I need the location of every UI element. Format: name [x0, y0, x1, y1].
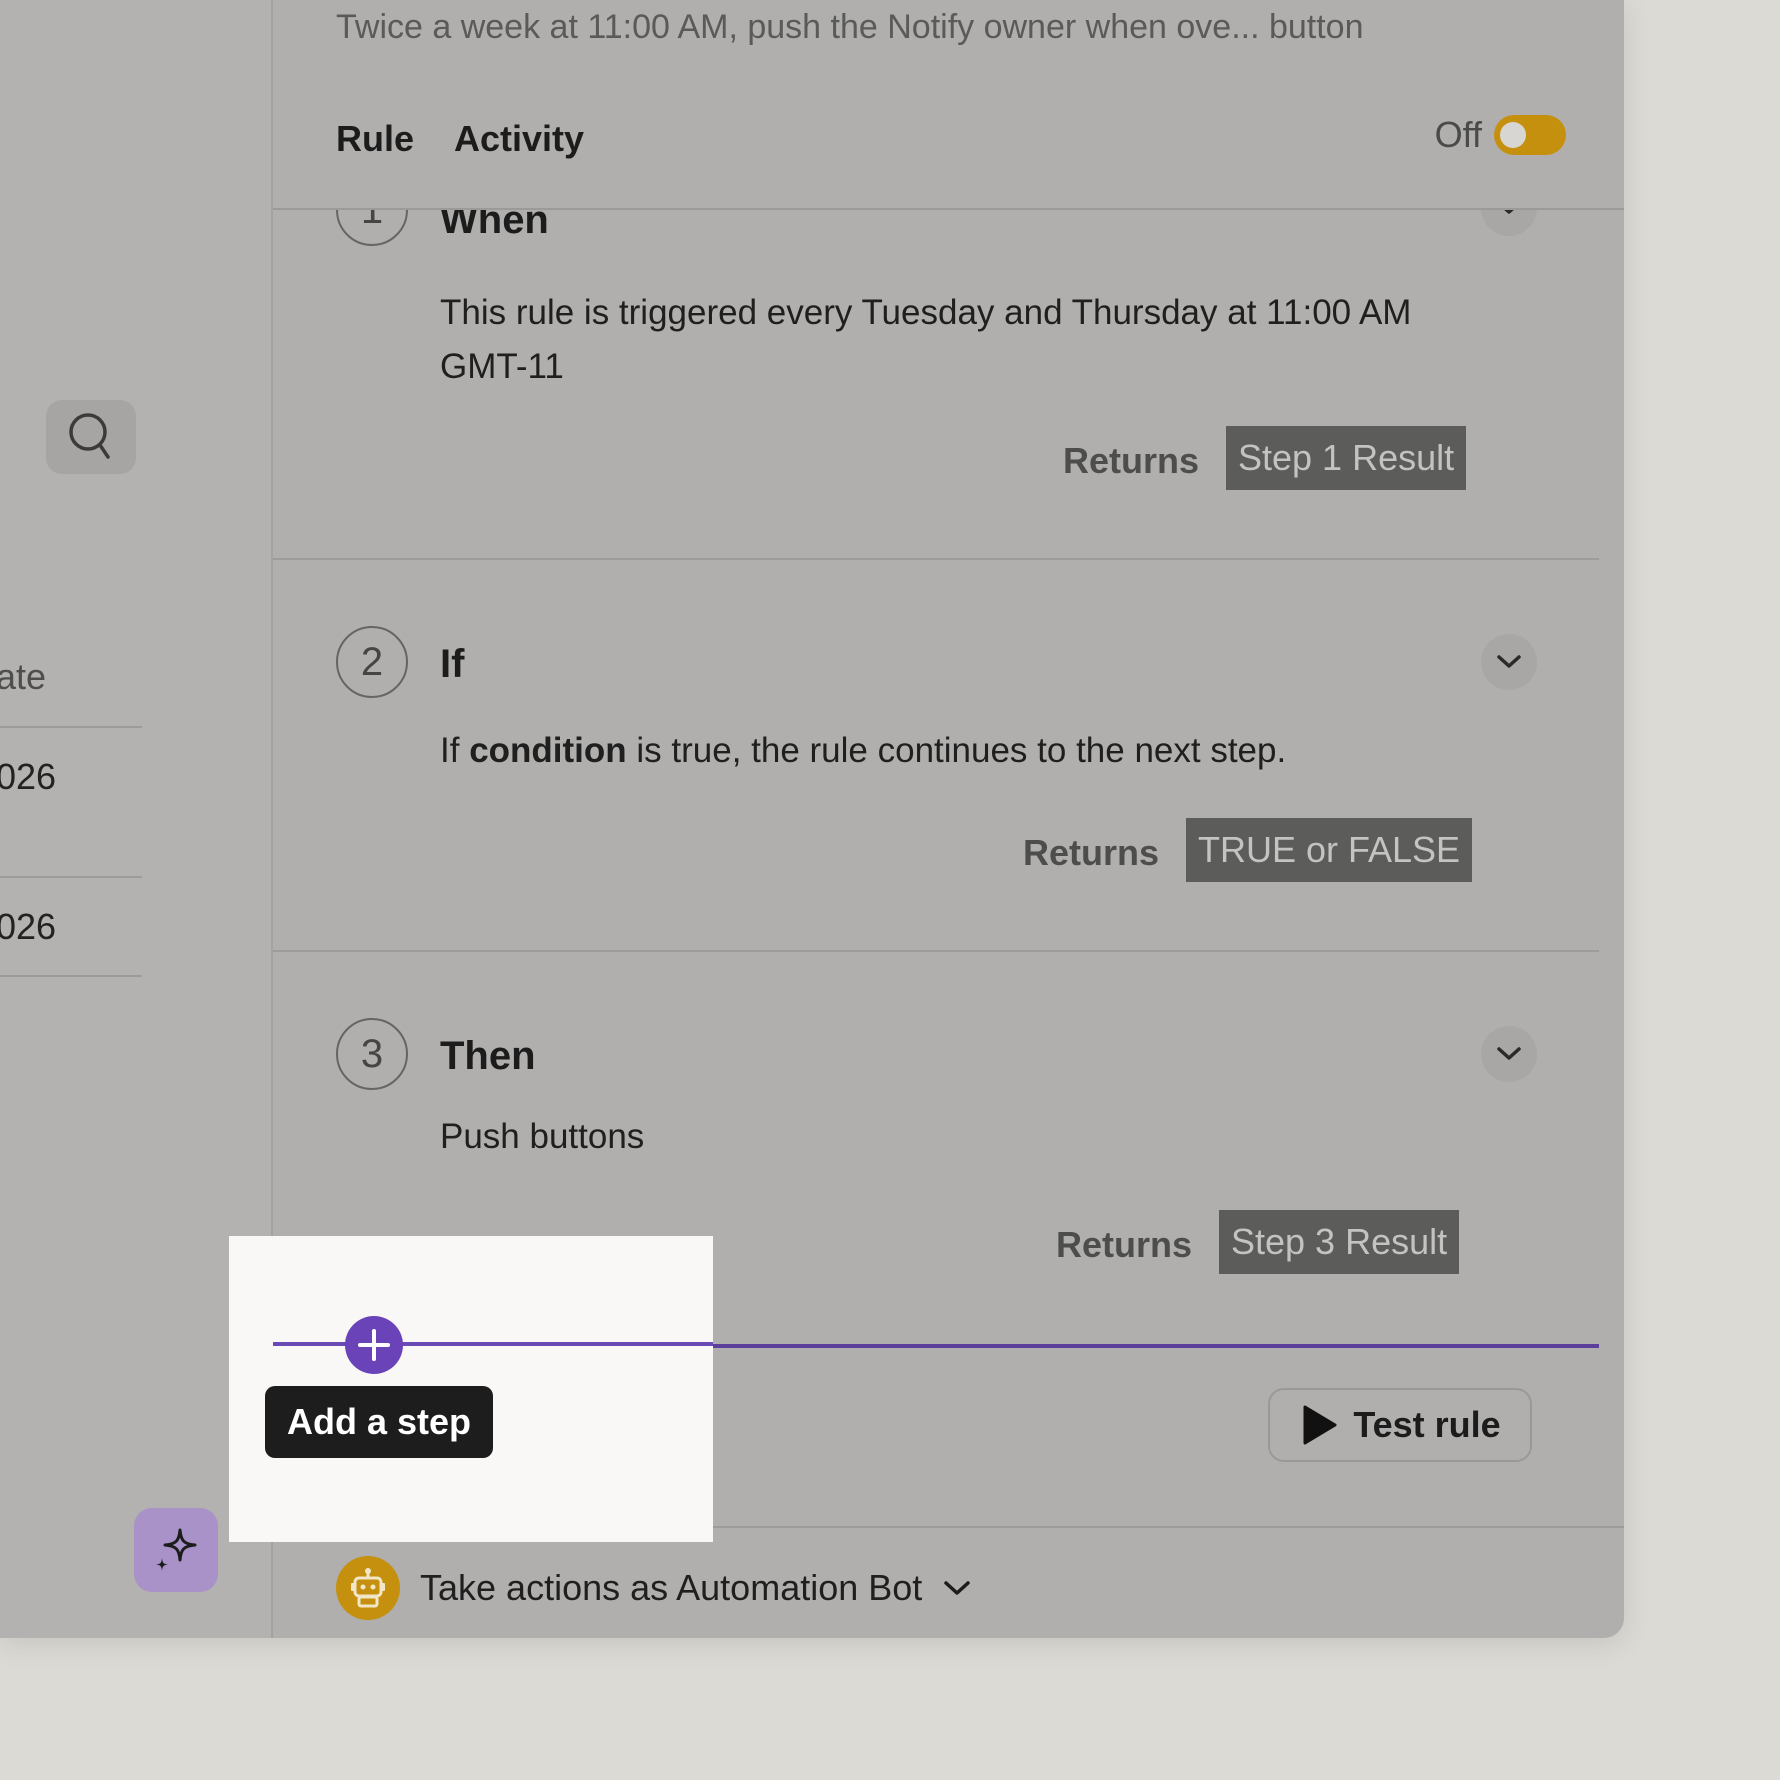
chevron-down-icon	[1504, 210, 1514, 214]
chevron-down-icon	[1497, 1047, 1521, 1060]
step-number-badge: 2	[336, 626, 408, 698]
chevron-down-icon	[1497, 655, 1521, 668]
condition-link[interactable]: condition	[469, 731, 626, 770]
step-description: This rule is triggered every Tuesday and…	[440, 293, 1412, 386]
search-button[interactable]	[46, 400, 136, 474]
returns-label: Returns	[1023, 832, 1160, 873]
step-title: Then	[440, 1034, 536, 1078]
step-result-badge[interactable]: Step 1 Result	[1226, 426, 1467, 490]
chevron-down-icon	[944, 1581, 971, 1595]
rule-toggle-group: Off	[1435, 114, 1566, 156]
collapse-step-button[interactable]	[1481, 634, 1537, 690]
actor-label: Take actions as Automation Bot	[420, 1567, 923, 1608]
rule-enabled-toggle[interactable]	[1494, 115, 1566, 155]
rule-summary: Twice a week at 11:00 AM, push the Notif…	[336, 8, 1364, 46]
onboarding-spotlight: Add a step	[229, 1236, 713, 1542]
toggle-knob	[1500, 122, 1526, 148]
avatar	[336, 1556, 400, 1620]
tab-bar: Rule Activity	[336, 118, 584, 160]
step-number-badge: 3	[336, 1018, 408, 1090]
robot-icon	[351, 1568, 385, 1608]
plus-icon	[358, 1329, 390, 1361]
step-description: If condition is true, the rule continues…	[440, 724, 1460, 778]
collapse-step-button[interactable]	[1481, 210, 1537, 236]
test-rule-label: Test rule	[1353, 1404, 1501, 1445]
list-item-date[interactable]: 026	[0, 906, 56, 948]
divider	[0, 726, 142, 728]
list-item-date[interactable]: 026	[0, 756, 56, 798]
app-window: ate 026 026 Twice a week at 11:00 AM, pu…	[0, 0, 1624, 1638]
ai-assistant-button[interactable]	[134, 1508, 218, 1592]
tab-rule[interactable]: Rule	[336, 118, 414, 160]
returns-label: Returns	[1063, 440, 1200, 481]
desc-text: If	[440, 731, 470, 770]
collapse-step-button[interactable]	[1481, 1026, 1537, 1082]
play-icon	[1303, 1405, 1337, 1445]
add-step-button[interactable]	[345, 1316, 403, 1374]
step-result-badge[interactable]: Step 3 Result	[1219, 1210, 1460, 1274]
test-rule-button[interactable]: Test rule	[1268, 1388, 1532, 1462]
tab-activity[interactable]: Activity	[454, 118, 584, 160]
desc-text: is true, the rule continues to the next …	[626, 731, 1287, 770]
step-number-badge: 1	[336, 210, 408, 246]
step-description: Push buttons	[440, 1117, 645, 1156]
step-title: When	[440, 210, 549, 242]
divider	[273, 950, 1599, 952]
add-step-line[interactable]	[273, 1342, 713, 1346]
actor-selector[interactable]: Take actions as Automation Bot	[336, 1556, 972, 1620]
toggle-label: Off	[1434, 114, 1482, 155]
search-icon	[69, 413, 110, 459]
column-header-date: ate	[0, 656, 47, 697]
returns-label: Returns	[1056, 1224, 1193, 1265]
add-step-tooltip: Add a step	[265, 1386, 494, 1458]
divider	[0, 975, 142, 977]
divider	[273, 558, 1599, 560]
step-title: If	[440, 642, 465, 686]
sparkle-icon	[156, 1528, 197, 1571]
step-result-badge[interactable]: TRUE or FALSE	[1186, 818, 1473, 882]
divider	[0, 876, 142, 878]
